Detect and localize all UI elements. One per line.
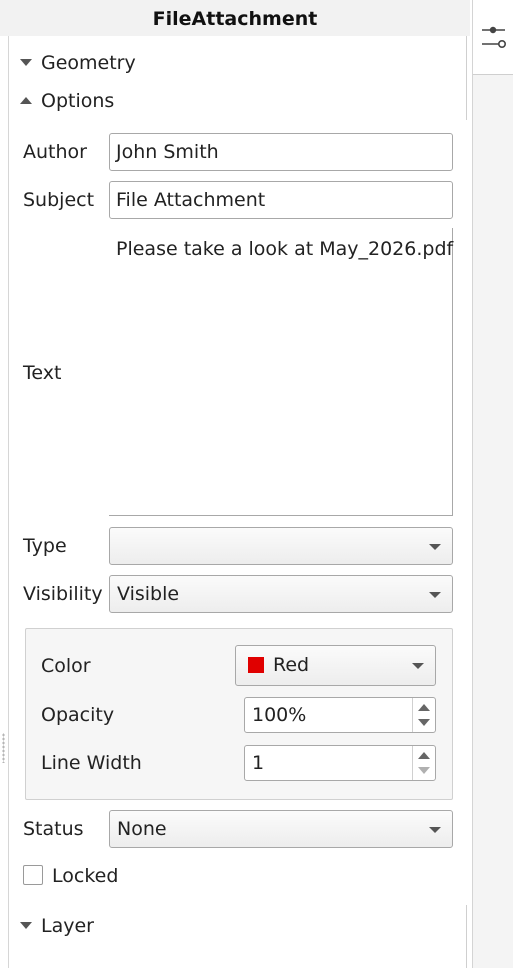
section-options-header[interactable]: Options [18, 86, 458, 116]
section-layer-label: Layer [41, 915, 94, 937]
expand-arrow-icon [20, 97, 32, 104]
section-geometry-label: Geometry [41, 52, 136, 74]
panel-title: FileAttachment [152, 8, 318, 30]
chevron-down-icon [412, 663, 424, 669]
spin-down-icon[interactable] [418, 719, 430, 726]
opacity-spinbox[interactable]: 100% [244, 697, 436, 733]
chevron-down-icon [429, 592, 441, 598]
line-width-stepper[interactable] [412, 746, 435, 780]
opacity-stepper[interactable] [412, 698, 435, 732]
line-width-value: 1 [252, 752, 265, 774]
opacity-label: Opacity [41, 704, 115, 726]
type-label: Type [23, 535, 67, 557]
chevron-down-icon [429, 827, 441, 833]
status-dropdown[interactable]: None [109, 810, 453, 848]
subject-input[interactable]: File Attachment [109, 181, 453, 219]
text-area[interactable] [109, 228, 453, 516]
status-dropdown-value: None [117, 818, 167, 840]
status-label: Status [23, 818, 84, 840]
spin-down-icon[interactable] [418, 767, 430, 774]
text-label: Text [23, 362, 62, 384]
color-swatch [248, 657, 264, 673]
collapse-arrow-icon [20, 59, 32, 66]
sidebar-strip [472, 0, 513, 968]
line-width-spinbox[interactable]: 1 [244, 745, 436, 781]
properties-sliders-icon [482, 26, 506, 48]
collapse-arrow-icon [20, 922, 32, 929]
spin-up-icon[interactable] [418, 752, 430, 759]
visibility-dropdown[interactable]: Visible [109, 575, 453, 613]
color-label: Color [41, 655, 91, 677]
color-dropdown[interactable]: Red [235, 645, 436, 686]
subject-label: Subject [23, 189, 95, 211]
type-dropdown[interactable] [109, 527, 453, 565]
locked-checkbox[interactable] [23, 865, 43, 885]
spin-up-icon[interactable] [418, 704, 430, 711]
author-label: Author [23, 141, 87, 163]
visibility-dropdown-value: Visible [117, 583, 180, 605]
chevron-down-icon [429, 544, 441, 550]
text-area-content: Please take a look at May_2026.pdf [116, 238, 454, 260]
section-geometry-header[interactable]: Geometry [18, 48, 458, 78]
scrollbar-track[interactable] [466, 36, 467, 120]
color-dropdown-value: Red [273, 654, 310, 676]
opacity-value: 100% [252, 704, 307, 726]
section-options-label: Options [41, 90, 115, 112]
locked-label: Locked [52, 865, 119, 887]
author-input[interactable]: John Smith [109, 133, 453, 171]
panel-left-border [8, 36, 9, 968]
section-layer-header[interactable]: Layer [18, 911, 458, 941]
sidebar-tab-properties[interactable] [473, 0, 513, 75]
visibility-label: Visibility [23, 583, 103, 605]
line-width-label: Line Width [41, 752, 142, 774]
scrollbar-track-lower[interactable] [466, 905, 467, 968]
splitter-handle[interactable] [2, 733, 5, 763]
